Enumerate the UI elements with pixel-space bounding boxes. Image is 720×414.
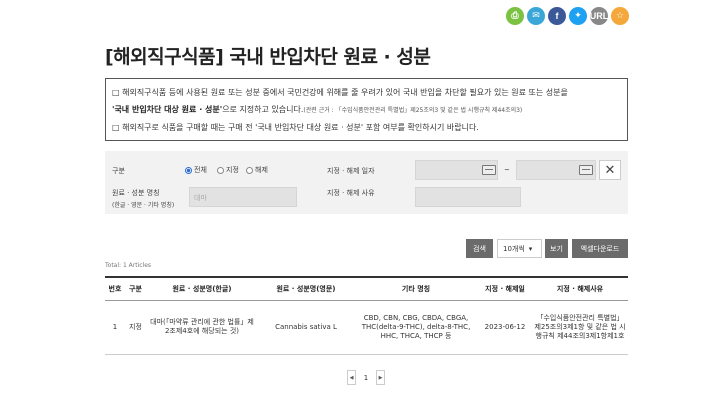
name-label: 원료 · 성분 명칭 [112, 189, 160, 197]
cell-no: 1 [105, 300, 125, 355]
radio-all-dot[interactable] [185, 166, 192, 174]
col-header-other: 기타 명칭 [354, 276, 478, 301]
page-number-current[interactable]: 1 [359, 370, 373, 385]
favorite-icon[interactable]: ☆ [611, 7, 629, 25]
col-header-type: 구분 [125, 276, 146, 301]
cell-date: 2023-06-12 [478, 300, 532, 355]
cell-name-ko[interactable]: 대마(「마약류 관리에 관한 법률」제2조제4호에 해당되는 것) [146, 300, 258, 355]
radio-all[interactable]: 전체 [185, 165, 207, 175]
pagination: ◀ 1 ▶ [347, 370, 385, 385]
cell-type: 지정 [125, 300, 146, 355]
notice-legal-basis: (관련 근거 : 「수입식품안전관리 특별법」제25조의3 및 같은 법 시행규… [303, 107, 523, 114]
results-table: 번호 구분 원료 · 성분명(한글) 원료 · 성분명(영문) 기타 명칭 지정… [105, 276, 628, 355]
col-header-name-ko: 원료 · 성분명(한글) [146, 276, 258, 301]
radio-designated-label: 지정 [226, 166, 239, 174]
notice-line-2: '국내 반입차단 대상 원료 · 성분'으로 지정하고 있습니다.(관련 근거 … [112, 101, 621, 119]
cell-reason: 「수입식품안전관리 특별법」제25조의3제1항 및 같은 법 시행규칙 제44조… [532, 300, 628, 355]
radio-all-label: 전체 [194, 166, 207, 174]
excel-download-button[interactable]: 엑셀다운로드 [572, 239, 628, 258]
total-count: Total: 1 Articles [105, 262, 152, 269]
name-input[interactable]: 대마 [189, 187, 297, 207]
reason-input[interactable] [415, 187, 521, 207]
col-header-date: 지정 · 해제일 [478, 276, 532, 301]
date-label: 지정 · 해제 일자 [327, 167, 375, 175]
search-button[interactable]: 검색 [466, 239, 493, 258]
share-toolbar: ⎙ ✉ f ✦ URL ☆ [506, 7, 629, 25]
page-title: [해외직구식품] 국내 반입차단 원료 · 성분 [105, 46, 431, 68]
col-header-no: 번호 [105, 276, 125, 301]
print-icon[interactable]: ⎙ [506, 7, 524, 25]
facebook-icon[interactable]: f [548, 7, 566, 25]
calendar-end-icon[interactable] [579, 165, 593, 175]
page-size-select[interactable]: 10개씩 ▾ [497, 239, 542, 258]
radio-released-dot[interactable] [246, 166, 253, 174]
calendar-start-icon[interactable] [482, 165, 496, 175]
date-separator: ~ [504, 166, 510, 174]
notice-line-1: □ 해외직구식품 등에 사용된 원료 또는 성분 중에서 국민건강에 위해를 줄… [112, 88, 568, 97]
twitter-icon[interactable]: ✦ [569, 7, 587, 25]
cell-other: CBD, CBN, CBG, CBDA, CBGA, THC(delta-9-T… [354, 300, 478, 355]
radio-designated-dot[interactable] [217, 166, 224, 174]
page-size-value: 10개씩 [503, 244, 525, 253]
search-filter-panel: 구분 전체 지정 해제 지정 · 해제 일자 ~ ✕ 원료 · 성분 명칭 (한… [105, 151, 628, 214]
reason-label: 지정 · 해제 사유 [327, 189, 375, 197]
notice-line-2-text: 으로 지정하고 있습니다. [222, 105, 304, 114]
chevron-down-icon: ▾ [528, 244, 533, 253]
col-header-reason: 지정 · 해제사유 [532, 276, 628, 301]
next-page-button[interactable]: ▶ [376, 370, 385, 385]
table-row[interactable]: 1 지정 대마(「마약류 관리에 관한 법률」제2조제4호에 해당되는 것) C… [105, 300, 628, 355]
radio-designated[interactable]: 지정 [217, 165, 239, 175]
table-header-row: 번호 구분 원료 · 성분명(한글) 원료 · 성분명(영문) 기타 명칭 지정… [105, 276, 628, 301]
col-header-name-en: 원료 · 성분명(영문) [258, 276, 354, 301]
radio-released[interactable]: 해제 [246, 165, 268, 175]
clear-date-button[interactable]: ✕ [599, 160, 621, 180]
notice-line-3: □ 해외직구로 식품을 구매할 때는 구매 전 '국내 반입차단 대상 원료 ·… [112, 123, 479, 132]
url-copy-icon[interactable]: URL [590, 7, 608, 25]
cell-name-en: Cannabis sativa L [258, 300, 354, 355]
type-label: 구분 [112, 167, 125, 175]
mail-icon[interactable]: ✉ [527, 7, 545, 25]
name-sublabel: (한글 · 영문 · 기타 명칭) [112, 202, 175, 209]
notice-highlight: '국내 반입차단 대상 원료 · 성분' [112, 105, 223, 114]
radio-released-label: 해제 [255, 166, 268, 174]
view-button[interactable]: 보기 [545, 239, 568, 258]
notice-box: □ 해외직구식품 등에 사용된 원료 또는 성분 중에서 국민건강에 위해를 줄… [105, 78, 628, 141]
prev-page-button[interactable]: ◀ [347, 370, 356, 385]
